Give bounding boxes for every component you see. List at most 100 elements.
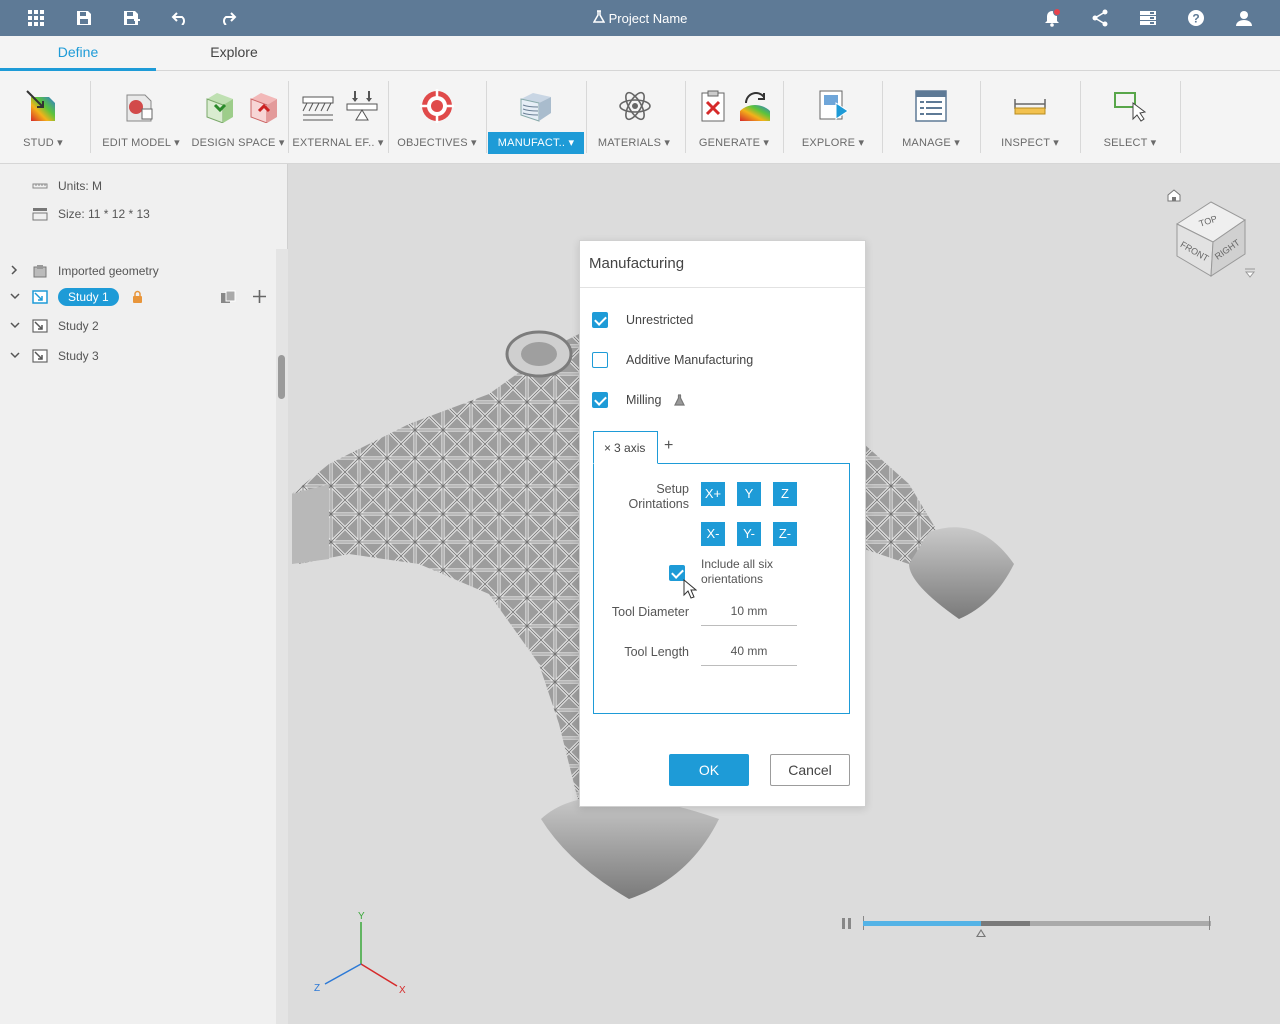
- unrestricted-label: Unrestricted: [626, 313, 694, 327]
- timeline-progress: [863, 921, 982, 926]
- clone-study-icon[interactable]: [220, 290, 236, 307]
- viewcube-menu-icon[interactable]: [1244, 267, 1256, 281]
- tree-item-study-3[interactable]: Study 3: [0, 344, 276, 368]
- toolbar-label: STUD ▾: [23, 137, 63, 149]
- tree-item-study-2[interactable]: Study 2: [0, 314, 276, 338]
- tool-length-field[interactable]: 40 mm: [701, 640, 797, 666]
- tree-item-study-1[interactable]: Study 1: [0, 285, 276, 309]
- ok-button[interactable]: OK: [669, 754, 749, 786]
- toolbar-group-select[interactable]: SELECT ▾: [1084, 71, 1176, 164]
- scrollbar-thumb[interactable]: [278, 355, 285, 399]
- select-icon: [1114, 92, 1147, 122]
- flask-icon: [674, 394, 685, 409]
- toolbar-group-manage[interactable]: MANAGE ▾: [886, 71, 976, 164]
- orientation-y-minus-button[interactable]: Y-: [737, 522, 761, 546]
- orientation-z-minus-button[interactable]: Z-: [773, 522, 797, 546]
- manufacturing-dialog: Manufacturing Unrestricted Additive Manu…: [579, 240, 866, 807]
- axis-y-label: Y: [358, 911, 365, 922]
- job-status-icon[interactable]: [1138, 8, 1158, 28]
- structural-load-icon: [346, 91, 378, 121]
- materials-icon: [619, 91, 651, 121]
- orientation-z-button[interactable]: Z: [773, 482, 797, 506]
- tab-explore[interactable]: Explore: [156, 36, 312, 71]
- close-tab-icon[interactable]: ×: [604, 441, 611, 455]
- toolbar-group-external-effects[interactable]: EXTERNAL EF.. ▾: [290, 71, 386, 164]
- toolbar-group-inspect[interactable]: INSPECT ▾: [984, 71, 1076, 164]
- edit-model-icon: [126, 94, 153, 122]
- unrestricted-checkbox[interactable]: [592, 312, 608, 328]
- obstacle-geometry-icon: [250, 93, 277, 123]
- tree-item-imported-geometry[interactable]: Imported geometry: [0, 259, 276, 283]
- toolbar-label: MANAGE ▾: [902, 137, 960, 149]
- tab-define[interactable]: Define: [0, 36, 156, 71]
- toolbar-label: DESIGN SPACE ▾: [191, 137, 285, 149]
- toolbar-group-objectives[interactable]: OBJECTIVES ▾: [394, 71, 480, 164]
- toolbar-group-study[interactable]: STUD ▾: [12, 71, 74, 164]
- timeline-scrubber[interactable]: [976, 929, 987, 937]
- units-label: Units: M: [58, 179, 103, 193]
- tool-length-label: Tool Length: [624, 645, 689, 659]
- toolbar-label: EXPLORE ▾: [801, 137, 865, 149]
- account-icon[interactable]: [1234, 8, 1254, 28]
- manufacturing-icon: [520, 93, 551, 122]
- pause-icon[interactable]: [842, 918, 852, 929]
- chevron-down-icon[interactable]: [10, 351, 20, 362]
- tab-3-axis[interactable]: × 3 axis: [593, 431, 658, 464]
- structural-constraint-icon: [302, 96, 334, 121]
- sidebar-scrollbar[interactable]: [276, 249, 288, 1024]
- tree-item-label: Study 2: [58, 319, 99, 333]
- study-icon: [32, 290, 48, 304]
- view-cube[interactable]: TOP FRONT RIGHT: [1173, 196, 1249, 281]
- toolbar-group-generate[interactable]: GENERATE ▾: [688, 71, 780, 164]
- preserve-geometry-icon: [206, 93, 233, 123]
- toolbar-group-edit-model[interactable]: EDIT MODEL ▾: [97, 71, 185, 164]
- svg-text:?: ?: [1192, 12, 1199, 26]
- timeline-track[interactable]: [863, 921, 1211, 926]
- study-icon: [26, 90, 55, 121]
- add-study-icon[interactable]: [252, 289, 267, 307]
- chevron-down-icon[interactable]: [10, 292, 20, 303]
- objectives-icon: [420, 89, 454, 123]
- ribbon-toolbar: STUD ▾ EDIT MODEL ▾ DESIGN SPACE ▾ EXTER…: [0, 71, 1280, 164]
- toolbar-label: SELECT ▾: [1103, 137, 1157, 149]
- orientation-y-button[interactable]: Y: [737, 482, 761, 506]
- axis-x-label: X: [399, 985, 406, 996]
- manage-icon: [915, 90, 947, 122]
- milling-label: Milling: [626, 393, 662, 407]
- toolbar-group-manufacturing[interactable]: MANUFACT.. ▾: [488, 71, 584, 164]
- imported-geometry-icon: [33, 265, 47, 278]
- additive-manufacturing-checkbox[interactable]: [592, 352, 608, 368]
- cancel-button[interactable]: Cancel: [770, 754, 850, 786]
- units-icon: [32, 183, 48, 189]
- toolbar-group-design-space[interactable]: DESIGN SPACE ▾: [190, 71, 286, 164]
- milling-checkbox[interactable]: [592, 392, 608, 408]
- project-title: Project Name: [0, 10, 1280, 26]
- tree-item-label: Study 3: [58, 349, 99, 363]
- generate-icon: [740, 92, 770, 121]
- help-icon[interactable]: ?: [1186, 8, 1206, 28]
- include-all-orientations-label: Include all six orientations: [701, 557, 774, 586]
- browser-panel: Units: M Size: 11 * 12 * 13 Imported geo…: [0, 164, 288, 1024]
- orientation-x-plus-button[interactable]: X+: [701, 482, 725, 506]
- orientation-x-minus-button[interactable]: X-: [701, 522, 725, 546]
- flask-icon: [592, 10, 605, 26]
- tool-diameter-field[interactable]: 10 mm: [701, 600, 797, 626]
- share-icon[interactable]: [1090, 8, 1110, 28]
- workspace-tabs: Define Explore: [0, 36, 1280, 71]
- timeline-buffered: [981, 921, 1031, 926]
- chevron-down-icon[interactable]: [10, 321, 20, 332]
- toolbar-label: EDIT MODEL ▾: [102, 137, 180, 149]
- study-1-label[interactable]: Study 1: [58, 288, 119, 306]
- toolbar-group-explore[interactable]: EXPLORE ▾: [788, 71, 878, 164]
- measure-icon: [1014, 99, 1046, 115]
- notifications-icon[interactable]: [1042, 8, 1062, 28]
- timeline-end-tick: [1209, 916, 1210, 930]
- pre-check-icon: [701, 90, 725, 122]
- size-label: Size: 11 * 12 * 13: [58, 207, 150, 221]
- add-setup-button[interactable]: +: [664, 437, 673, 455]
- size-icon: [32, 208, 48, 221]
- toolbar-group-materials[interactable]: MATERIALS ▾: [590, 71, 678, 164]
- size-row: Size: 11 * 12 * 13: [0, 202, 276, 226]
- toolbar-label: MANUFACT.. ▾: [488, 132, 584, 154]
- chevron-right-icon[interactable]: [10, 264, 18, 278]
